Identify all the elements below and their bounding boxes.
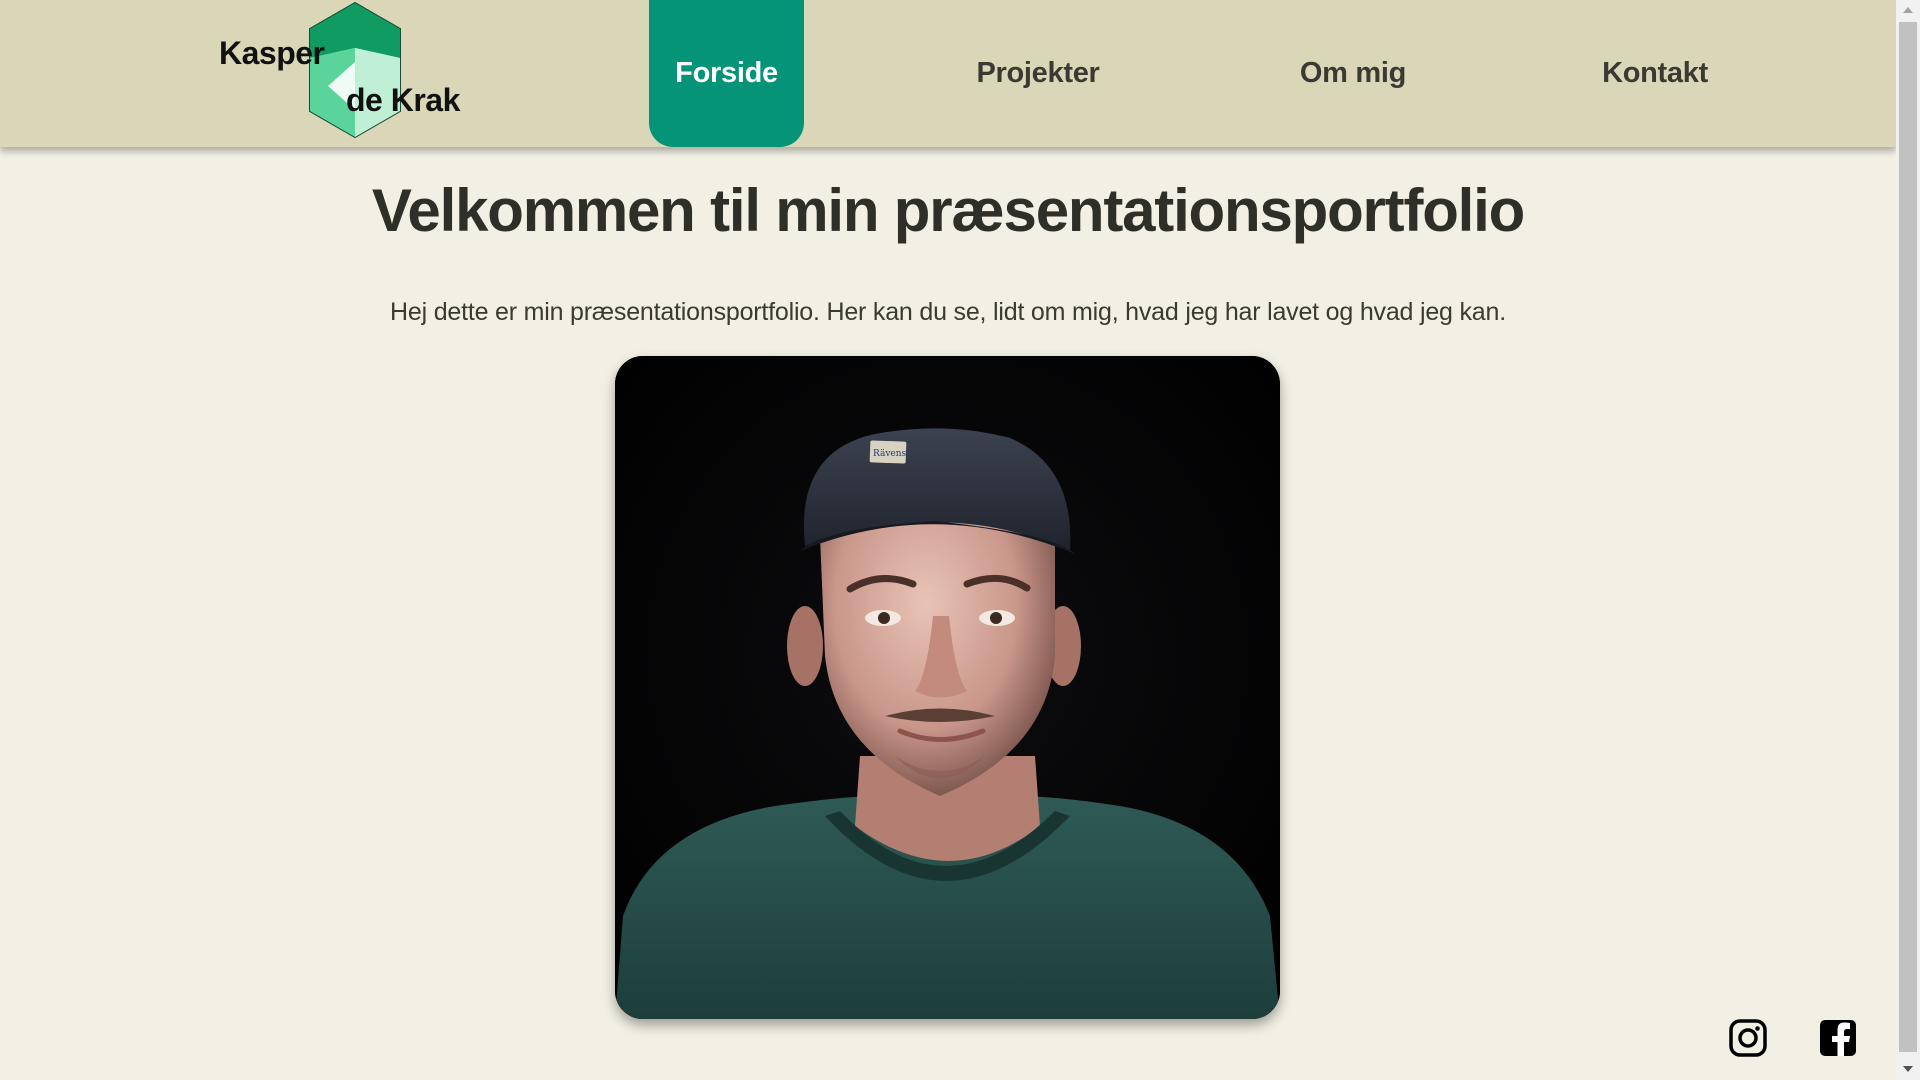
logo-text-last-name: de Krak <box>346 82 460 118</box>
nav-item-kontakt[interactable]: Kontakt <box>1555 0 1755 147</box>
logo-text-first-name: Kasper <box>219 35 325 71</box>
scroll-up-icon[interactable] <box>1903 7 1913 13</box>
cap-badge-text: Rävens <box>873 449 907 459</box>
nav-item-om-mig[interactable]: Om mig <box>1253 0 1453 147</box>
site-logo[interactable]: Kasper de Krak <box>218 0 468 142</box>
person-portrait-icon: Rävens <box>615 356 1280 1019</box>
page-title: Velkommen til min præsentationsportfolio <box>371 177 1525 244</box>
instagram-icon[interactable] <box>1728 1018 1768 1058</box>
intro-text: Hej dette er min præsentationsportfolio.… <box>390 298 1506 326</box>
vertical-scrollbar[interactable] <box>1896 0 1920 1080</box>
scroll-down-icon[interactable] <box>1903 1066 1913 1072</box>
scrollbar-thumb[interactable] <box>1899 22 1917 1052</box>
top-navigation-bar: Kasper de Krak Forside Projekter Om mig … <box>0 0 1896 147</box>
portrait-photo: Rävens <box>615 356 1280 1019</box>
nav-item-projekter[interactable]: Projekter <box>938 0 1138 147</box>
page-viewport: Kasper de Krak Forside Projekter Om mig … <box>0 0 1896 1080</box>
facebook-icon[interactable] <box>1818 1018 1858 1058</box>
nav-item-forside[interactable]: Forside <box>649 0 804 147</box>
